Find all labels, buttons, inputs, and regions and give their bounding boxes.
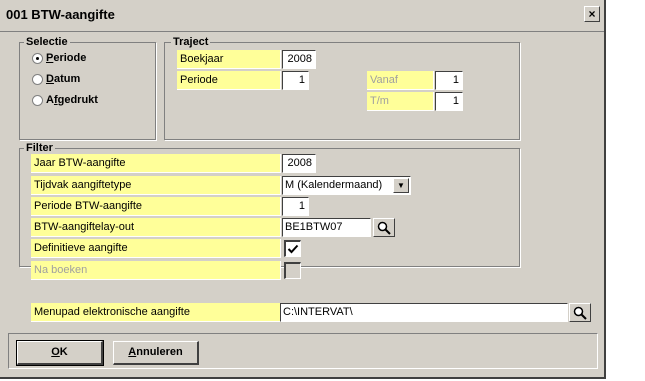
checkmark-icon — [287, 244, 299, 254]
traject-legend: Traject — [171, 36, 211, 48]
magnifier-icon — [377, 221, 391, 235]
periode-aangifte-label: Periode BTW-aangifte — [31, 197, 281, 216]
layout-field[interactable]: BE1BTW07 — [282, 218, 371, 237]
menupad-lookup-button[interactable] — [569, 303, 591, 322]
filter-legend: Filter — [24, 142, 55, 154]
periode-label: Periode — [177, 71, 281, 90]
cancel-button[interactable]: Annuleren — [113, 341, 199, 365]
ok-button[interactable]: OK — [16, 340, 104, 366]
naboeken-label: Na boeken — [31, 261, 281, 280]
vanaf-field[interactable]: 1 — [435, 71, 463, 90]
radio-afgedrukt-indicator[interactable] — [32, 95, 43, 106]
jaar-field[interactable]: 2008 — [282, 154, 316, 173]
close-button[interactable]: × — [584, 6, 600, 22]
magnifier-icon — [573, 306, 587, 320]
layout-label: BTW-aangiftelay-out — [31, 218, 281, 237]
menupad-label: Menupad elektronische aangifte — [31, 303, 281, 322]
chevron-down-icon[interactable]: ▼ — [393, 178, 409, 193]
vanaf-label: Vanaf — [367, 71, 434, 90]
layout-lookup-button[interactable] — [373, 218, 395, 237]
radio-periode[interactable]: Periode — [32, 52, 132, 66]
periode-field[interactable]: 1 — [282, 71, 309, 90]
tm-label: T/m — [367, 92, 434, 111]
radio-periode-label: Periode — [46, 52, 87, 64]
radio-datum-label: Datum — [46, 73, 81, 85]
radio-periode-indicator[interactable] — [32, 53, 43, 64]
menupad-field[interactable]: C:\INTERVAT\ — [280, 303, 568, 322]
definitief-label: Definitieve aangifte — [31, 239, 281, 258]
window-title: 001 BTW-aangifte — [6, 7, 115, 22]
radio-datum[interactable]: Datum — [32, 73, 132, 87]
selectie-legend: Selectie — [24, 36, 70, 48]
tijdvak-select[interactable]: M (Kalendermaand) ▼ — [282, 176, 411, 195]
periode-aangifte-field[interactable]: 1 — [282, 197, 309, 216]
boekjaar-label: Boekjaar — [177, 50, 281, 69]
jaar-label: Jaar BTW-aangifte — [31, 154, 281, 173]
close-icon: × — [588, 7, 596, 21]
radio-afgedrukt[interactable]: Afgedrukt — [32, 94, 132, 108]
naboeken-checkbox[interactable] — [284, 262, 301, 279]
tm-field[interactable]: 1 — [435, 92, 463, 111]
radio-afgedrukt-label: Afgedrukt — [46, 94, 98, 106]
definitief-checkbox[interactable] — [284, 240, 301, 257]
boekjaar-field[interactable]: 2008 — [282, 50, 316, 69]
tijdvak-value: M (Kalendermaand) — [285, 179, 383, 191]
radio-datum-indicator[interactable] — [32, 74, 43, 85]
tijdvak-label: Tijdvak aangiftetype — [31, 176, 281, 195]
